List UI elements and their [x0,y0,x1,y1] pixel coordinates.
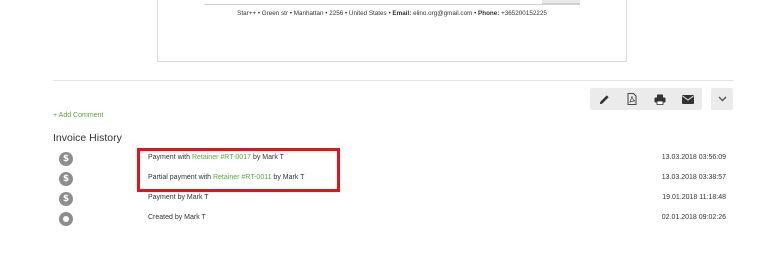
invoice-preview: Star++ • Green str • Manhattan • 2256 • … [157,0,627,62]
section-divider [53,80,733,81]
invoice-toolbar [590,88,733,110]
pdf-icon [627,93,637,105]
history-date: 13.03.2018 03:56:09 [661,154,726,161]
footer-email-label: Email: [392,10,412,17]
print-icon [654,94,666,105]
email-icon [682,94,694,104]
history-row: Created by Mark T 02.01.2018 09:02:26 [0,212,768,234]
pdf-button[interactable] [618,88,646,110]
dollar-icon: $ [59,152,73,166]
history-date: 19.01.2018 11:18:48 [662,194,726,201]
footer-phone-label: Phone: [478,10,500,17]
footer-phone: +365200152225 [499,10,547,17]
footer-email: elino.org@gmail.com • [411,10,479,17]
history-date: 02.01.2018 09:02:26 [661,214,726,221]
edit-button[interactable] [590,88,618,110]
history-description: Payment by Mark T [148,194,209,201]
add-comment-link[interactable]: + Add Comment [53,112,103,119]
footer-address: • Green str • Manhattan • 2256 • United … [256,10,393,17]
print-button[interactable] [646,88,674,110]
history-row: $ Payment with Retainer #RT-0017 by Mark… [0,152,768,174]
email-button[interactable] [674,88,702,110]
dollar-icon: $ [59,172,73,186]
history-row: $ Partial payment with Retainer #RT-0011… [0,172,768,194]
page-tab [542,0,580,4]
dollar-icon: $ [59,192,73,206]
created-icon [59,212,73,226]
history-text: Created by Mark T [148,214,206,221]
history-description: Created by Mark T [148,214,206,221]
history-row: $ Payment by Mark T 19.01.2018 11:18:48 [0,192,768,214]
toolbar-button-group [590,88,702,110]
history-text: Payment by Mark T [148,194,209,201]
history-date: 13.03.2018 03:38:57 [661,174,726,181]
invoice-history-title: Invoice History [53,132,122,144]
invoice-divider [204,4,580,5]
highlight-box [137,148,340,192]
more-button[interactable] [711,88,733,110]
invoice-footer: Star++ • Green str • Manhattan • 2256 • … [158,10,626,17]
footer-company: Star++ [237,10,257,17]
edit-icon [599,94,609,104]
chevron-down-icon [718,96,726,102]
